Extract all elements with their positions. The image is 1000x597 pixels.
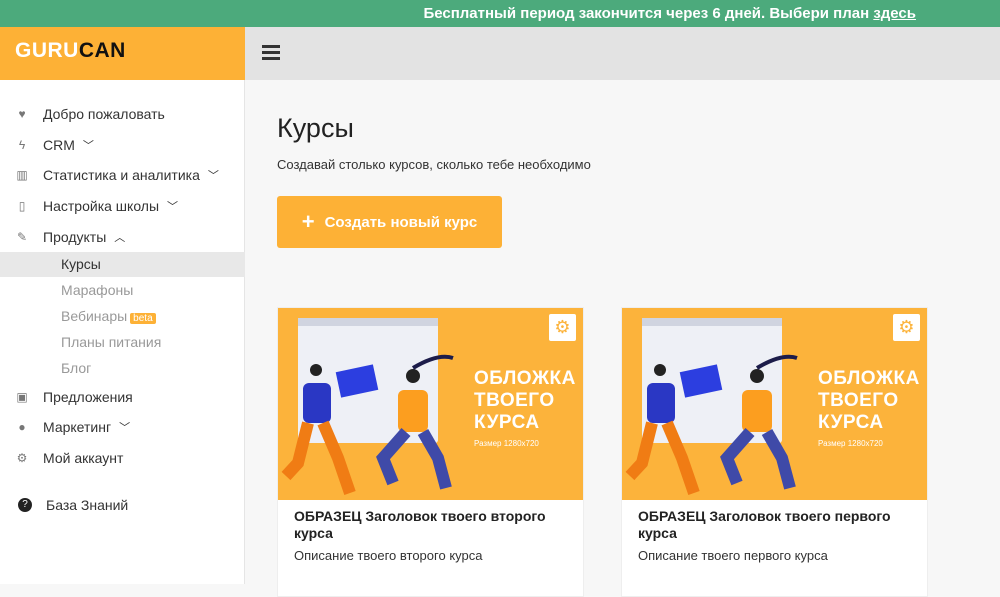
heart-icon: ♥ (18, 107, 26, 121)
trial-banner: Бесплатный период закончится через 6 дне… (0, 0, 1000, 27)
chart-icon: ▥ (16, 168, 28, 182)
sidebar-item-products[interactable]: ✎ Продукты ︿ (0, 224, 245, 250)
logo-part1: GURU (15, 39, 79, 62)
course-description: Описание твоего первого курса (638, 548, 828, 563)
chevron-down-icon: ﹀ (119, 422, 131, 434)
cover-size: Размер 1280x720 (818, 439, 883, 448)
chevron-down-icon: ﹀ (207, 170, 219, 182)
create-course-button[interactable]: + Создать новый курс (277, 196, 502, 248)
phone-icon: ▯ (18, 199, 26, 213)
sidebar-item-offers[interactable]: ▣ Предложения (0, 384, 245, 410)
course-settings-button[interactable]: ⚙ (549, 314, 576, 341)
sidebar-item-knowledge-base[interactable]: ? База Знаний (0, 492, 245, 518)
sidebar-sub-marathons[interactable]: Марафоны (0, 278, 245, 303)
sidebar-item-welcome[interactable]: ♥ Добро пожаловать (0, 101, 245, 127)
page-title: Курсы (277, 113, 354, 143)
course-title[interactable]: ОБРАЗЕЦ Заголовок твоего второго курса (278, 500, 583, 542)
hamburger-menu-icon[interactable] (262, 45, 280, 61)
sidebar-item-label: База Знаний (46, 497, 129, 513)
chevron-down-icon: ﹀ (82, 140, 94, 152)
sidebar-item-label: Предложения (43, 389, 133, 405)
sidebar-item-label: Настройка школы (43, 198, 160, 214)
question-icon: ? (18, 498, 32, 512)
sidebar-item-marketing[interactable]: ● Маркетинг ﹀ (0, 414, 245, 440)
course-card[interactable]: ⚙ ОБЛОЖКА ТВОЕГО КУРСА Размер 1280x720 ОБР… (277, 307, 584, 597)
comment-icon: ● (18, 420, 26, 434)
sidebar-sub-blog[interactable]: Блог (0, 356, 245, 381)
sidebar-item-school-settings[interactable]: ▯ Настройка школы ﹀ (0, 193, 245, 219)
sidebar-sub-meal-plans[interactable]: Планы питания (0, 330, 245, 355)
sidebar-item-label: CRM (43, 137, 75, 153)
sidebar-item-account[interactable]: ⚙ Мой аккаунт (0, 445, 245, 471)
page-subtitle: Создавай столько курсов, сколько тебе не… (277, 157, 591, 172)
sidebar: ♥ Добро пожаловать ϟ CRM ﹀ ▥ Статистика и ан… (0, 80, 245, 584)
bolt-icon: ϟ (18, 138, 26, 152)
sidebar-item-stats[interactable]: ▥ Статистика и аналитика ﹀ (0, 162, 245, 188)
cover-text: ОБЛОЖКА ТВОЕГО КУРСА (474, 368, 576, 433)
sidebar-item-label: Добро пожаловать (43, 106, 165, 122)
choose-plan-link[interactable]: здесь (873, 5, 916, 22)
gear-icon: ⚙ (16, 451, 28, 465)
sidebar-sub-webinars[interactable]: Вебинары beta (0, 304, 245, 329)
sidebar-item-crm[interactable]: ϟ CRM ﹀ (0, 132, 245, 158)
cover-size: Размер 1280x720 (474, 439, 539, 448)
course-settings-button[interactable]: ⚙ (893, 314, 920, 341)
trial-text: Бесплатный период закончится через 6 дне… (423, 5, 874, 22)
course-description: Описание твоего второго курса (294, 548, 483, 563)
header (245, 27, 1000, 80)
chevron-down-icon: ﹀ (167, 201, 179, 213)
plus-icon: + (301, 209, 315, 234)
chevron-up-icon: ︿ (114, 232, 126, 244)
course-card[interactable]: ⚙ ОБЛОЖКА ТВОЕГО КУРСА Размер 1280x720 ОБР… (621, 307, 928, 597)
pencil-icon: ✎ (16, 230, 28, 244)
sidebar-item-label: Мой аккаунт (43, 450, 124, 466)
logo[interactable]: GURUCAN (0, 27, 245, 80)
sidebar-sub-label: Вебинары (61, 308, 128, 324)
sidebar-item-label: Продукты (43, 229, 107, 245)
beta-badge: beta (130, 313, 156, 324)
course-title[interactable]: ОБРАЗЕЦ Заголовок твоего первого курса (622, 500, 927, 542)
sidebar-item-label: Статистика и аналитика (43, 167, 200, 183)
create-course-label: Создать новый курс (324, 213, 478, 231)
money-icon: ▣ (16, 390, 28, 404)
sidebar-item-label: Маркетинг (43, 419, 112, 435)
course-cover: ⚙ ОБЛОЖКА ТВОЕГО КУРСА Размер 1280x720 (278, 308, 583, 500)
course-cover: ⚙ ОБЛОЖКА ТВОЕГО КУРСА Размер 1280x720 (622, 308, 927, 500)
logo-part2: CAN (78, 39, 126, 62)
sidebar-sub-courses[interactable]: Курсы (0, 252, 245, 277)
cover-text: ОБЛОЖКА ТВОЕГО КУРСА (818, 368, 920, 433)
